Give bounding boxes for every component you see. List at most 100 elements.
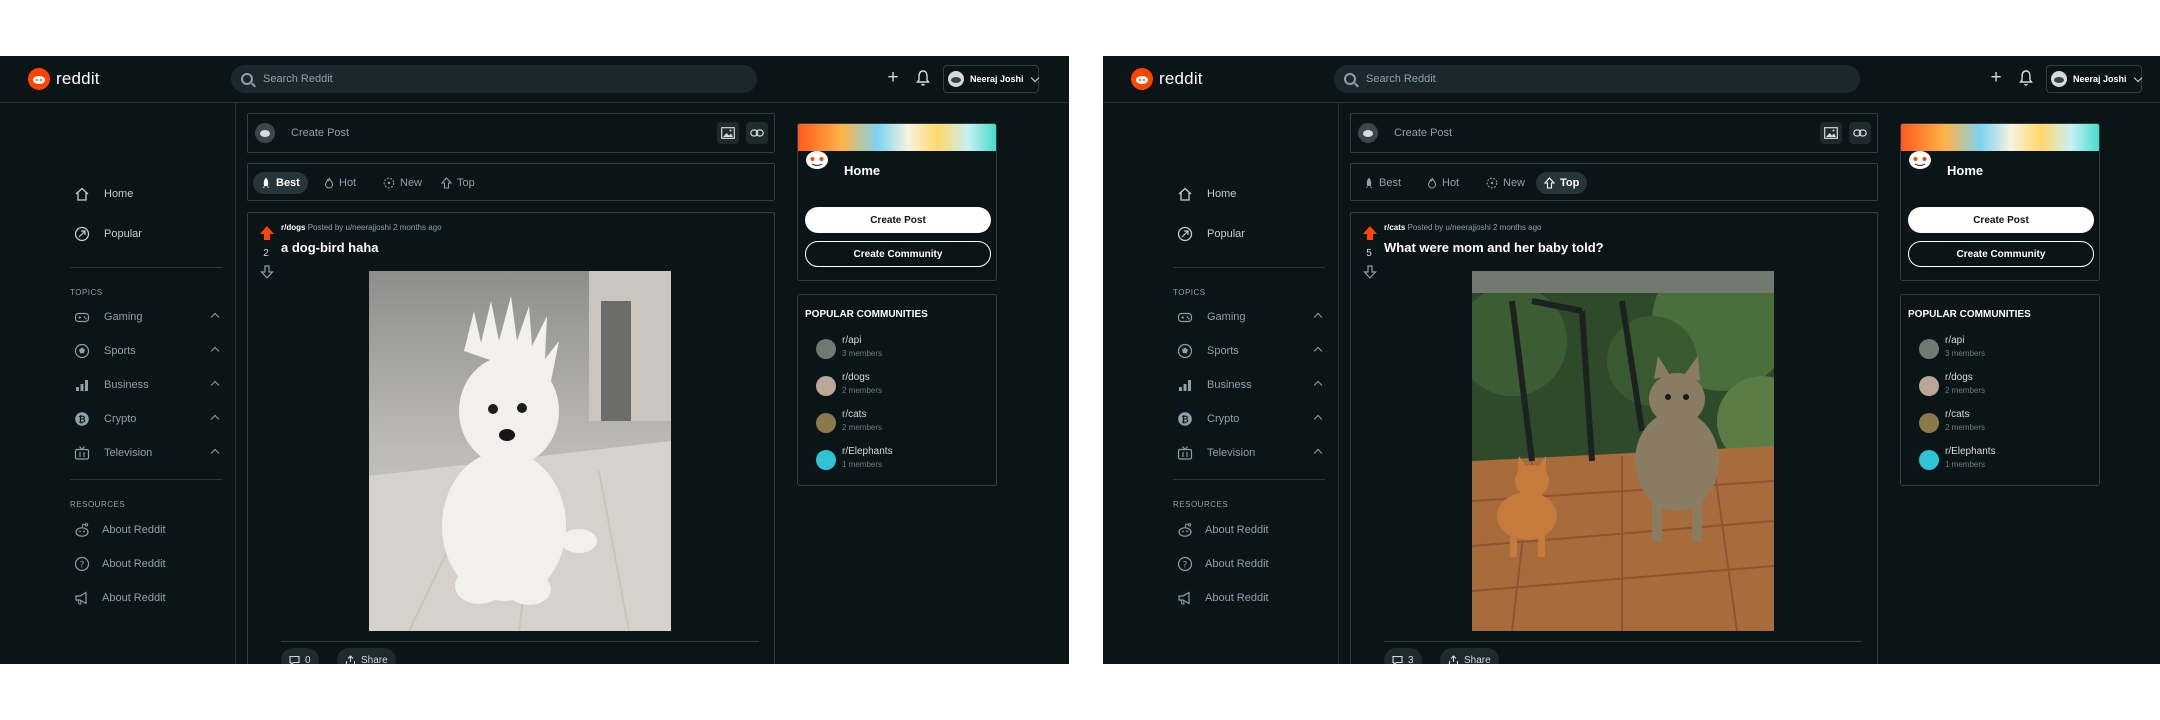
- post-subreddit-link[interactable]: r/cats: [1384, 223, 1405, 232]
- downvote-arrow-icon[interactable]: [1363, 265, 1377, 279]
- sidebar-item-home[interactable]: Home: [1177, 183, 1327, 205]
- search-icon: [1344, 73, 1356, 85]
- notification-bell-icon[interactable]: [915, 69, 931, 87]
- post-author[interactable]: Posted by u/neerajjoshi: [308, 223, 391, 232]
- chevron-down-icon: [1030, 73, 1039, 82]
- sort-new-button[interactable]: New: [375, 172, 430, 194]
- sidebar-divider: [70, 479, 222, 480]
- sort-hot-button[interactable]: Hot: [1419, 172, 1467, 194]
- comments-button[interactable]: 0: [281, 648, 319, 664]
- gamepad-icon: [74, 312, 90, 323]
- sidebar-topic-television[interactable]: Television: [74, 442, 224, 464]
- post-image[interactable]: [369, 271, 671, 631]
- post-card[interactable]: 2 r/dogs Posted by u/neerajjoshi 2 month…: [247, 212, 775, 664]
- sidebar-resource-help[interactable]: ? About Reddit: [74, 553, 166, 575]
- sidebar-item-popular[interactable]: Popular: [1177, 223, 1327, 245]
- reddit-snoo-icon: [1131, 68, 1153, 90]
- sidebar-resource-advertise[interactable]: About Reddit: [1177, 587, 1269, 609]
- sidebar-item-popular[interactable]: Popular: [74, 223, 224, 245]
- popular-trend-icon: [1177, 226, 1193, 242]
- post-title[interactable]: What were mom and her baby told?: [1384, 240, 1604, 255]
- search-bar[interactable]: [1334, 65, 1860, 93]
- create-community-button[interactable]: Create Community: [1908, 241, 2094, 267]
- post-card[interactable]: 5 r/cats Posted by u/neerajjoshi 2 month…: [1350, 212, 1878, 664]
- comment-icon: [1392, 655, 1403, 664]
- sort-label: Best: [1379, 177, 1402, 189]
- sidebar-resource-advertise[interactable]: About Reddit: [74, 587, 166, 609]
- sort-top-button[interactable]: Top: [1536, 172, 1588, 194]
- post-image[interactable]: [1472, 271, 1774, 631]
- downvote-arrow-icon[interactable]: [260, 265, 274, 279]
- post-subreddit-link[interactable]: r/dogs: [281, 223, 305, 232]
- post-author[interactable]: Posted by u/neerajjoshi: [1408, 223, 1491, 232]
- create-post-input[interactable]: Create Post: [291, 127, 717, 139]
- create-post-input[interactable]: Create Post: [1394, 127, 1820, 139]
- link-post-button[interactable]: [1849, 122, 1871, 144]
- image-upload-button[interactable]: [717, 122, 739, 144]
- community-members: 3 members: [1945, 349, 1986, 358]
- search-input[interactable]: [1366, 73, 1846, 85]
- home-icon: [75, 187, 89, 201]
- sidebar-topic-sports[interactable]: Sports: [1177, 340, 1327, 362]
- sidebar-resource-help[interactable]: ? About Reddit: [1177, 553, 1269, 575]
- share-button[interactable]: Share: [337, 648, 396, 664]
- community-name: r/Elephants: [842, 446, 893, 457]
- top-header: reddit + Neeraj Joshi: [0, 56, 1069, 103]
- reddit-window: reddit + Neeraj Joshi Home: [1103, 56, 2160, 664]
- reddit-logo[interactable]: reddit: [1131, 68, 1203, 90]
- community-name: r/dogs: [842, 372, 870, 383]
- community-name: r/dogs: [1945, 372, 1973, 383]
- sidebar-item-label: Popular: [1207, 228, 1245, 240]
- post-title[interactable]: a dog-bird haha: [281, 240, 379, 255]
- notification-bell-icon[interactable]: [2018, 69, 2034, 87]
- sidebar-resource-about-reddit[interactable]: About Reddit: [74, 519, 166, 541]
- create-community-button[interactable]: Create Community: [805, 241, 991, 267]
- community-avatar: [1919, 413, 1939, 433]
- sidebar-topic-business[interactable]: Business: [74, 374, 224, 396]
- user-menu-button[interactable]: Neeraj Joshi: [943, 65, 1039, 93]
- topic-label: Crypto: [104, 413, 137, 425]
- create-post-button[interactable]: Create Post: [1908, 207, 2094, 233]
- sort-new-button[interactable]: New: [1478, 172, 1533, 194]
- flame-icon: [324, 177, 334, 189]
- upvote-arrow-icon[interactable]: [260, 226, 274, 240]
- create-post-bar[interactable]: Create Post: [1350, 113, 1878, 153]
- create-plus-icon[interactable]: +: [883, 68, 903, 88]
- search-bar[interactable]: [231, 65, 757, 93]
- link-post-button[interactable]: [746, 122, 768, 144]
- sort-top-button[interactable]: Top: [433, 172, 483, 194]
- search-input[interactable]: [263, 73, 743, 85]
- sort-best-button[interactable]: Best: [253, 172, 308, 194]
- soccer-ball-icon: [1177, 343, 1193, 359]
- sidebar-topic-gaming[interactable]: Gaming: [1177, 306, 1327, 328]
- sort-label: Top: [457, 177, 475, 189]
- chevron-down-icon: [2133, 73, 2142, 82]
- sidebar-topic-sports[interactable]: Sports: [74, 340, 224, 362]
- create-plus-icon[interactable]: +: [1986, 68, 2006, 88]
- image-upload-button[interactable]: [1820, 122, 1842, 144]
- megaphone-icon: [1178, 591, 1190, 605]
- reddit-logo[interactable]: reddit: [28, 68, 100, 90]
- avatar: [1358, 123, 1378, 143]
- upvote-arrow-icon[interactable]: [1363, 226, 1377, 240]
- share-button[interactable]: Share: [1440, 648, 1499, 664]
- sort-best-button[interactable]: Best: [1356, 172, 1409, 194]
- stage: reddit + Neeraj Joshi Home: [0, 0, 2160, 720]
- home-icon: [1178, 187, 1192, 201]
- sidebar-topic-gaming[interactable]: Gaming: [74, 306, 224, 328]
- sort-hot-button[interactable]: Hot: [316, 172, 364, 194]
- sidebar-topic-business[interactable]: Business: [1177, 374, 1327, 396]
- comments-button[interactable]: 3: [1384, 648, 1422, 664]
- create-post-button[interactable]: Create Post: [805, 207, 991, 233]
- sidebar-resource-about-reddit[interactable]: About Reddit: [1177, 519, 1269, 541]
- sidebar-topic-crypto[interactable]: ₿ Crypto: [74, 408, 224, 430]
- post-time: 2 months ago: [1493, 223, 1542, 232]
- topic-label: Business: [1207, 379, 1252, 391]
- sidebar-item-home[interactable]: Home: [74, 183, 224, 205]
- user-menu-button[interactable]: Neeraj Joshi: [2046, 65, 2142, 93]
- sidebar-divider: [70, 267, 222, 268]
- sidebar-topic-crypto[interactable]: ₿ Crypto: [1177, 408, 1327, 430]
- create-post-bar[interactable]: Create Post: [247, 113, 775, 153]
- sidebar-topic-television[interactable]: Television: [1177, 442, 1327, 464]
- sidebar-divider: [1173, 267, 1325, 268]
